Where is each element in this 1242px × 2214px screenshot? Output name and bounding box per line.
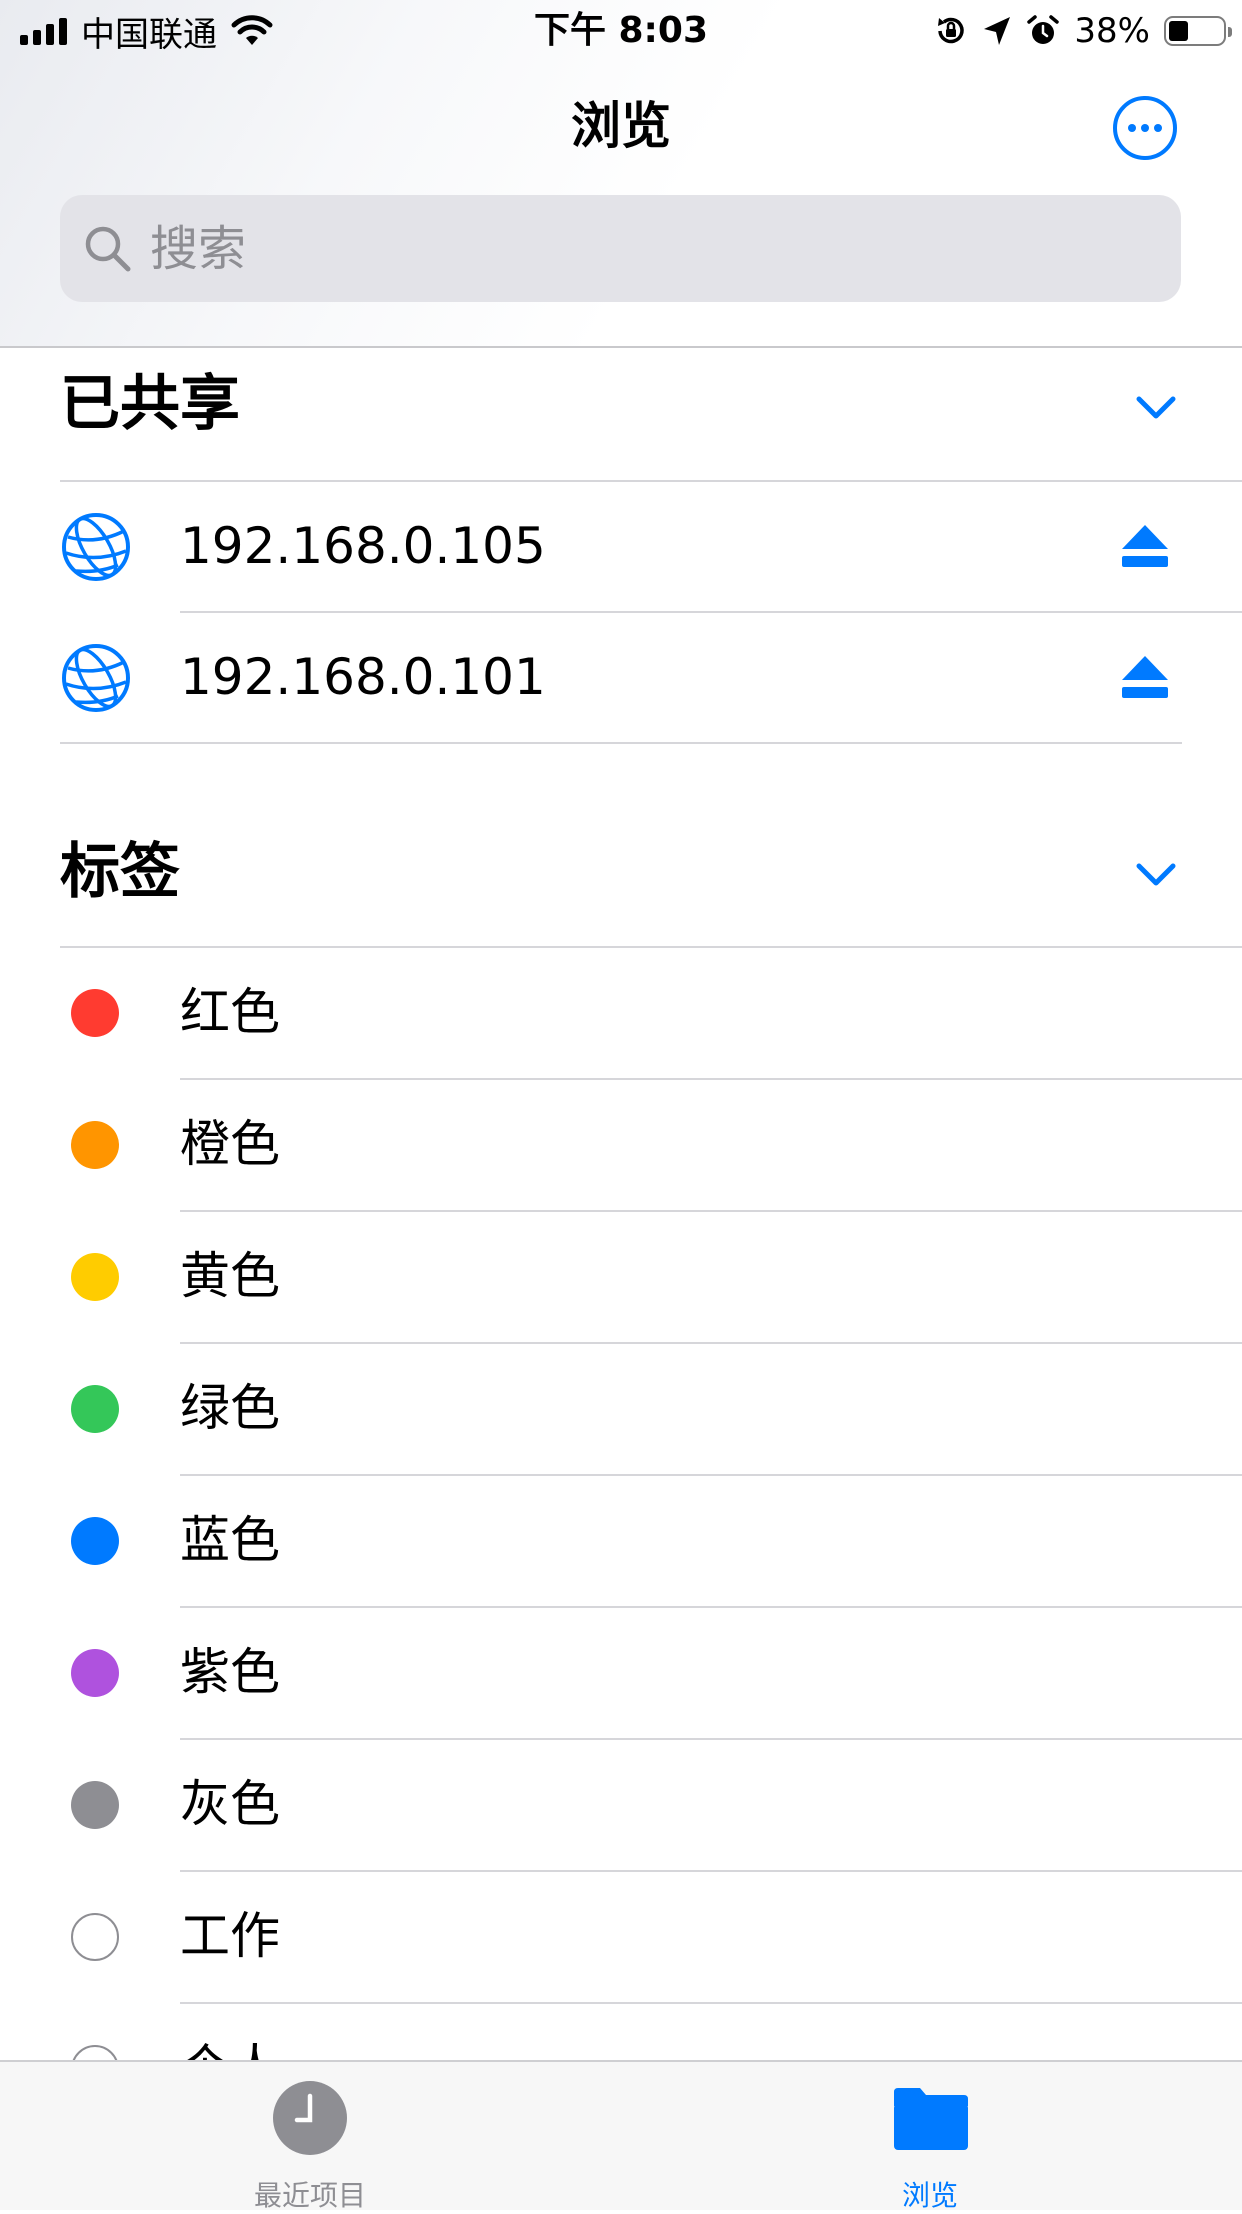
- tag-item[interactable]: 蓝色: [0, 1475, 1242, 1606]
- tag-label: 红色: [180, 983, 280, 1041]
- tag-label: 紫色: [180, 1643, 280, 1701]
- separator: [60, 742, 1182, 744]
- clock-icon: [273, 2081, 347, 2155]
- tag-color-dot: [71, 1252, 119, 1301]
- tag-label: 橙色: [180, 1115, 280, 1173]
- status-bar: 中国联通 下午 8:03 38%: [0, 0, 1242, 62]
- shared-item[interactable]: 192.168.0.105: [0, 481, 1242, 612]
- alarm-icon: [1027, 15, 1060, 44]
- shared-item[interactable]: 192.168.0.101: [0, 612, 1242, 743]
- search-icon: [85, 226, 131, 271]
- tag-color-dot: [71, 1516, 119, 1565]
- section-title-shared: 已共享: [60, 369, 240, 439]
- tag-color-dot: [71, 1648, 119, 1697]
- tag-item[interactable]: 黄色: [0, 1211, 1242, 1342]
- eject-icon[interactable]: [1120, 654, 1170, 700]
- tag-color-dot: [71, 1780, 119, 1829]
- tag-item[interactable]: 绿色: [0, 1343, 1242, 1474]
- shared-item-label: 192.168.0.101: [180, 648, 546, 706]
- eject-icon[interactable]: [1120, 523, 1170, 569]
- tab-label: 浏览: [901, 2179, 958, 2212]
- chevron-down-icon[interactable]: [1134, 859, 1178, 889]
- tag-label: 工作: [180, 1907, 280, 1965]
- tag-label: 灰色: [180, 1775, 280, 1833]
- chevron-down-icon[interactable]: [1134, 392, 1178, 422]
- globe-icon: [62, 513, 130, 581]
- battery-icon: [1164, 16, 1232, 46]
- location-icon: [984, 17, 1011, 45]
- section-title-tags: 标签: [60, 837, 180, 907]
- tag-color-dot: [71, 1912, 119, 1961]
- ellipsis-circle-icon[interactable]: [1112, 95, 1178, 161]
- tag-item[interactable]: 紫色: [0, 1607, 1242, 1738]
- tab-bar: 最近项目 浏览: [0, 2060, 1242, 2212]
- tab-label: 最近项目: [253, 2179, 366, 2212]
- battery-fill: [1169, 21, 1188, 41]
- search-field[interactable]: [60, 195, 1181, 302]
- tab-browse[interactable]: 浏览: [830, 2062, 1030, 2212]
- page-title: 浏览: [571, 97, 671, 155]
- search-input[interactable]: [148, 219, 1132, 278]
- tag-item[interactable]: 红色: [0, 947, 1242, 1078]
- battery-percent: 38%: [1074, 11, 1150, 51]
- tag-item[interactable]: 灰色: [0, 1739, 1242, 1870]
- tag-color-dot: [71, 988, 119, 1037]
- orientation-lock-icon: [938, 17, 965, 44]
- tag-color-dot: [71, 1120, 119, 1169]
- tab-recents[interactable]: 最近项目: [210, 2062, 410, 2212]
- tag-label: 蓝色: [180, 1511, 280, 1569]
- folder-icon: [894, 2088, 968, 2150]
- tag-label: 绿色: [180, 1379, 280, 1437]
- tag-item[interactable]: 橙色: [0, 1079, 1242, 1210]
- globe-icon: [62, 644, 130, 712]
- tag-item[interactable]: 工作: [0, 1871, 1242, 2002]
- tag-color-dot: [71, 1384, 119, 1433]
- tag-label: 黄色: [180, 1247, 280, 1305]
- shared-item-label: 192.168.0.105: [180, 517, 546, 575]
- header-separator: [0, 346, 1242, 348]
